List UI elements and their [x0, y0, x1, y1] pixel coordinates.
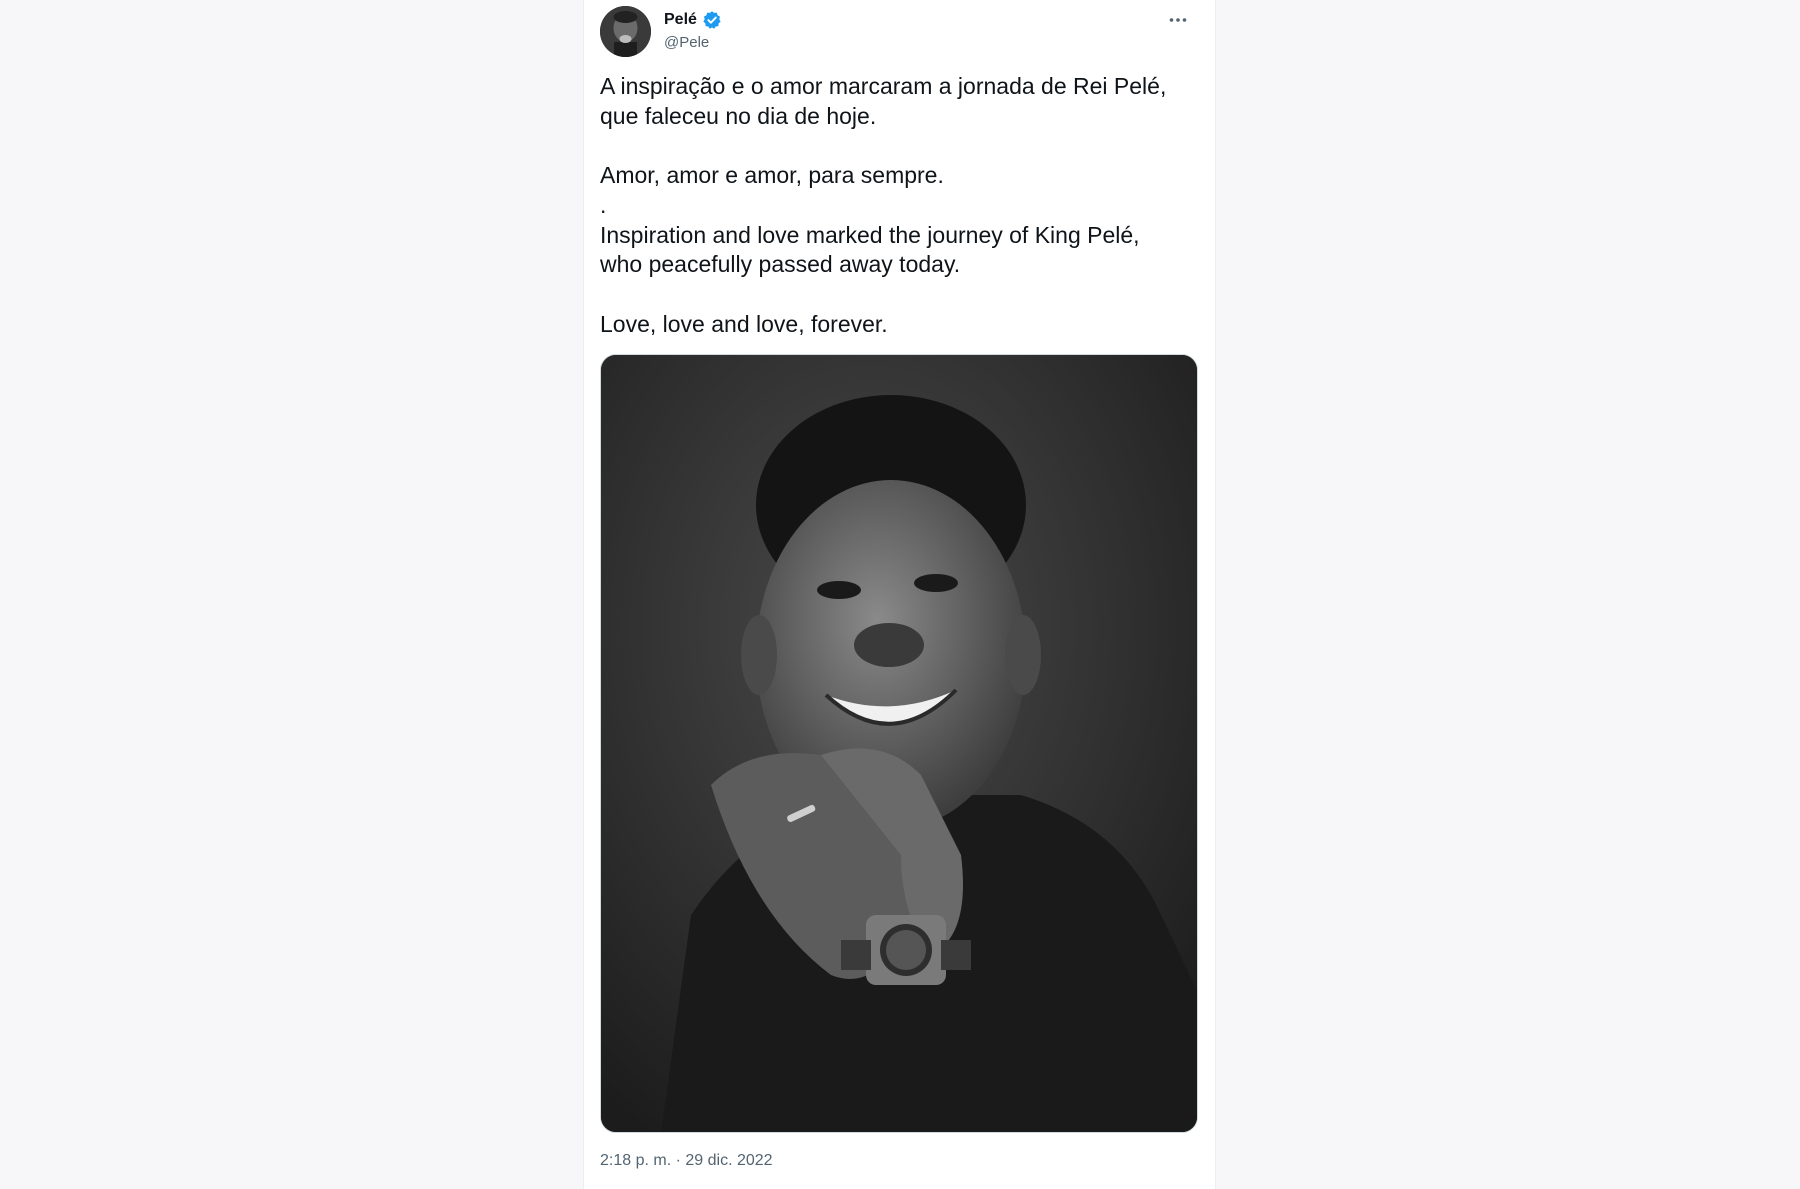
portrait-photo [601, 355, 1197, 1132]
tweet-photo[interactable] [600, 354, 1198, 1133]
verified-badge-icon [702, 10, 722, 30]
author-handle[interactable]: @Pele [664, 33, 722, 53]
display-name[interactable]: Pelé [664, 10, 697, 30]
avatar-photo [600, 6, 651, 57]
tweet-timestamp[interactable]: 2:18 p. m. · 29 dic. 2022 [600, 1150, 773, 1172]
author-block: Pelé @Pele [664, 10, 722, 53]
name-row: Pelé [664, 10, 722, 30]
more-dots-icon [1169, 18, 1187, 22]
author-avatar[interactable] [600, 6, 651, 57]
tweet-text: A inspiração e o amor marcaram a jornada… [600, 73, 1167, 337]
more-options-button[interactable] [1161, 8, 1195, 32]
tweet-card: Pelé @Pele A inspiração e o amor marcara… [583, 0, 1216, 1189]
